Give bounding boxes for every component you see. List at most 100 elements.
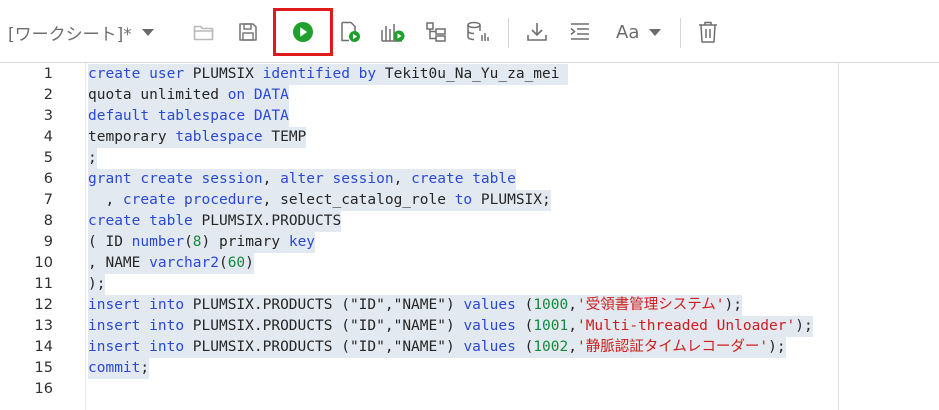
- code-token: varchar2: [149, 255, 219, 271]
- code-token: values: [463, 297, 516, 313]
- trash-icon: [699, 21, 717, 43]
- line-number: 6: [43, 171, 53, 187]
- code-token: quota: [88, 87, 132, 103]
- code-line[interactable]: commit;: [88, 358, 150, 379]
- run-statement-button[interactable]: [286, 14, 320, 50]
- save-icon: [239, 23, 257, 41]
- code-token: table: [472, 171, 516, 187]
- code-token: "NAME": [393, 339, 446, 355]
- sql-editor[interactable]: 1 2 3 4 5 6 7 8 9 10 11 12 13 14 15 16 create user PLUM…: [0, 63, 939, 410]
- code-token: "NAME": [393, 318, 446, 334]
- code-token: (: [332, 297, 350, 313]
- line-number: 13: [34, 318, 53, 334]
- code-token: ,: [384, 318, 394, 334]
- code-line[interactable]: create table PLUMSIX.PRODUCTS: [88, 211, 342, 232]
- code-line[interactable]: );: [88, 274, 106, 295]
- worksheet-selector[interactable]: [ワークシート]*: [8, 19, 154, 45]
- format-code-button[interactable]: [563, 14, 597, 50]
- toolbar-separator: [680, 18, 681, 48]
- code-token: (: [332, 339, 350, 355]
- code-token: unlimited: [140, 87, 219, 103]
- run-statement-icon: [293, 22, 313, 42]
- clear-button[interactable]: [691, 14, 725, 50]
- line-number: 5: [43, 150, 53, 166]
- code-token: );: [88, 276, 106, 292]
- line-number: 2: [43, 87, 53, 103]
- line-number: 4: [43, 129, 53, 145]
- code-token: tablespace: [157, 108, 246, 124]
- code-token: insert: [88, 318, 141, 334]
- download-button[interactable]: [520, 14, 554, 50]
- code-token: to: [454, 192, 473, 208]
- chevron-down-icon: [141, 28, 154, 36]
- code-token: 60: [227, 255, 246, 271]
- code-token: default: [88, 108, 150, 124]
- code-token: primary: [219, 234, 281, 250]
- code-token: 1000: [533, 297, 569, 313]
- code-token: ,: [393, 171, 412, 187]
- code-line[interactable]: insert into PLUMSIX.PRODUCTS ("ID","NAME…: [88, 337, 786, 358]
- code-line[interactable]: default tablespace DATA: [88, 106, 289, 127]
- code-token: values: [463, 339, 516, 355]
- code-token: ;: [542, 192, 551, 208]
- code-token: ): [445, 297, 464, 313]
- code-line[interactable]: insert into PLUMSIX.PRODUCTS ("ID","NAME…: [88, 295, 742, 316]
- code-token: ): [201, 234, 219, 250]
- code-line[interactable]: create user PLUMSIX identified by Tekit0…: [88, 64, 569, 85]
- code-token: table: [149, 213, 193, 229]
- code-token: ,: [568, 339, 577, 355]
- code-line[interactable]: grant create session, alter session, cre…: [88, 169, 516, 190]
- code-line[interactable]: ( ID number(8) primary key: [88, 232, 316, 253]
- code-line[interactable]: , NAME varchar2(60): [88, 253, 254, 274]
- code-token: PLUMSIX.PRODUCTS: [192, 297, 333, 313]
- code-token: ,: [88, 192, 123, 208]
- font-size-button[interactable]: Aa: [616, 14, 662, 50]
- code-token: user: [149, 66, 185, 82]
- sql-history-button[interactable]: [461, 14, 495, 50]
- save-button[interactable]: [231, 14, 265, 50]
- code-line[interactable]: quota unlimited on DATA: [88, 85, 289, 106]
- line-number: 3: [43, 108, 53, 124]
- autotrace-button[interactable]: [419, 14, 453, 50]
- code-token: into: [149, 297, 185, 313]
- line-number: 1: [43, 66, 53, 82]
- code-line[interactable]: , create procedure, select_catalog_role …: [88, 190, 551, 211]
- code-token: into: [149, 318, 185, 334]
- code-line[interactable]: temporary tablespace TEMP: [88, 127, 307, 148]
- code-token: temporary: [88, 129, 167, 145]
- code-token: session: [332, 171, 394, 187]
- code-token: ID: [105, 234, 123, 250]
- code-line[interactable]: insert into PLUMSIX.PRODUCTS ("ID","NAME…: [88, 316, 813, 337]
- run-script-button[interactable]: [333, 14, 367, 50]
- worksheet-label: [ワークシート]*: [8, 24, 132, 45]
- worksheet-toolbar: [ワークシート]* Aa: [0, 0, 939, 63]
- code-token: ,: [384, 297, 394, 313]
- open-file-button[interactable]: [187, 14, 221, 50]
- code-token: ,: [384, 339, 394, 355]
- line-number-gutter: 1 2 3 4 5 6 7 8 9 10 11 12 13 14 15 16: [0, 63, 86, 410]
- line-number: 14: [34, 339, 53, 355]
- code-token: (: [218, 255, 228, 271]
- code-token: on: [227, 87, 246, 103]
- toolbar-separator: [508, 18, 509, 48]
- code-token: commit: [88, 360, 141, 376]
- code-line[interactable]: ;: [88, 148, 97, 169]
- explain-plan-button[interactable]: [376, 14, 410, 50]
- code-token: ): [445, 318, 464, 334]
- format-icon: [570, 23, 589, 40]
